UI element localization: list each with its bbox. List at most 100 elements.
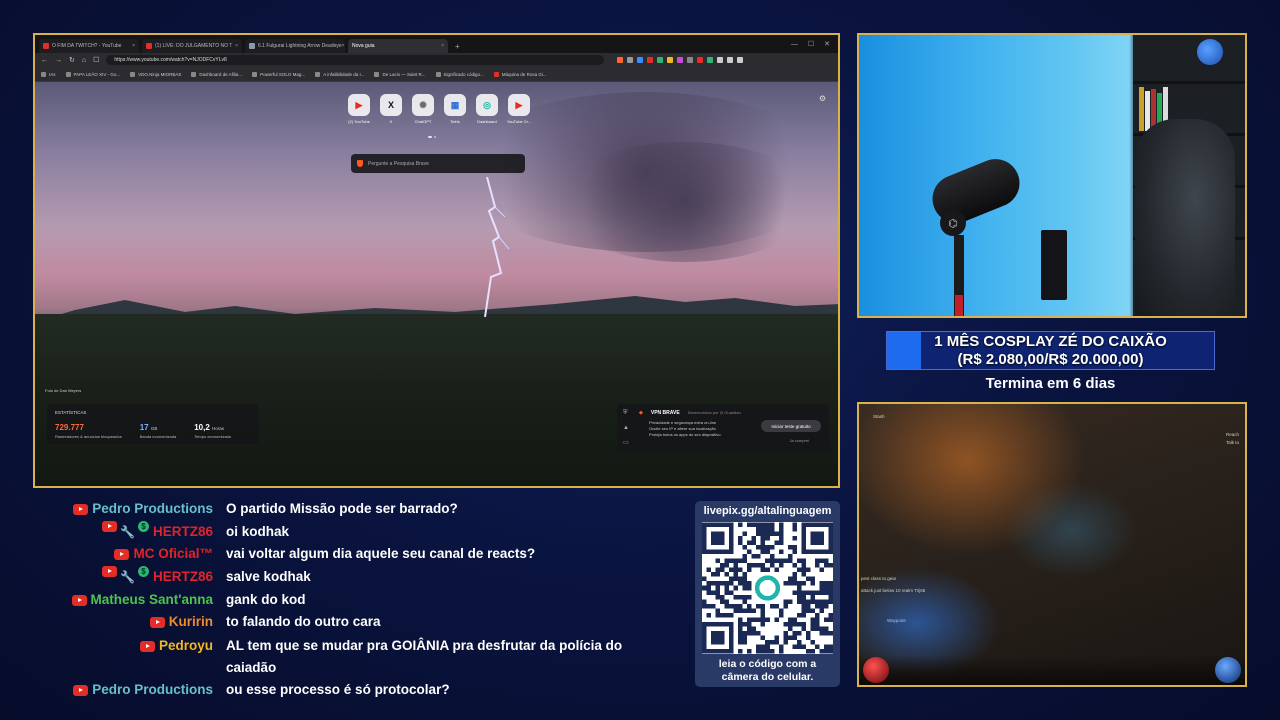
url-field[interactable]: https://www.youtube.com/watch?v=NJODFCvY… [106, 55, 605, 65]
bookmark-item[interactable]: Máquina de Rosa Gi... [493, 71, 547, 77]
qr-module [765, 617, 770, 622]
qr-module [733, 563, 739, 568]
youtube-icon: ▶ [348, 94, 370, 116]
qr-module [760, 635, 766, 640]
tab-0[interactable]: O FIM DA TWITCH? - YouTube × [39, 39, 139, 53]
chat-message-3-user: 🔧 $ HERTZ86 [102, 566, 219, 588]
bookmark-item[interactable]: VDO.Ninja MIORBAS [130, 71, 181, 77]
qr-module [814, 590, 820, 595]
qr-module [796, 585, 802, 591]
shortcut-page-dots[interactable] [428, 136, 436, 138]
qr-module [751, 522, 757, 528]
extension-icon[interactable] [667, 57, 674, 63]
back-icon[interactable]: ← [41, 57, 48, 64]
qr-module [778, 563, 784, 568]
sidebar-icon[interactable] [727, 57, 734, 63]
qr-module [706, 612, 712, 618]
extension-icon[interactable] [647, 57, 654, 63]
qr-module [742, 635, 748, 640]
brave-shield-icon[interactable] [617, 57, 624, 63]
home-icon[interactable]: ⌂ [82, 57, 86, 64]
youtube-icon [139, 640, 155, 652]
qr-module [742, 572, 748, 577]
game-label: Stash [873, 414, 885, 419]
minimize-icon[interactable]: — [791, 41, 798, 48]
chat-message-6-text: AL tem que se mudar pra GOIÂNIA pra desf… [226, 638, 623, 653]
youtube-icon [73, 503, 89, 515]
qr-module [724, 572, 730, 577]
menu-icon[interactable] [737, 57, 744, 63]
close-icon[interactable]: × [441, 43, 444, 49]
stats-widget: ESTATÍSTICAS 729.777 Rastreadores & anún… [47, 404, 259, 444]
extension-icon[interactable] [687, 57, 694, 63]
shortcut-x[interactable]: XX [379, 94, 403, 124]
search-input[interactable]: Pergunte a Pesquisa Brave [368, 161, 429, 167]
bookmark-icon[interactable]: ☐ [93, 56, 99, 64]
qr-module [711, 630, 725, 645]
bookmark-item[interactable]: Dashboard de Afilia... [191, 71, 242, 77]
shortcut-chatgpt[interactable]: ✺ ChatGPT [411, 94, 435, 124]
bookmark-item[interactable]: Significado código... [435, 71, 484, 77]
shield-icon[interactable]: ⛨ [623, 410, 629, 417]
extension-icon[interactable] [657, 57, 664, 63]
bookmark-item[interactable]: De Lacis — Saint R... [374, 71, 426, 77]
qr-module [742, 630, 748, 636]
new-tab-button[interactable]: + [451, 39, 464, 53]
qr-module [733, 576, 739, 582]
folder-icon [41, 71, 46, 77]
tab-2[interactable]: 6.1 Fulgurai Lightning Arrow Deadeye × [245, 39, 345, 53]
qr-module [810, 621, 815, 627]
chat-message-4-user: Matheus Sant'anna [71, 589, 219, 611]
shortcut-dashboard[interactable]: ◎ Dashboard [475, 94, 499, 124]
qr-module [720, 594, 725, 600]
extension-icon[interactable] [717, 57, 724, 63]
bookmark-item[interactable]: A infalibilidade da I... [315, 71, 364, 77]
qr-module [792, 536, 797, 541]
card-icon[interactable]: ▭ [623, 439, 629, 446]
shortcut-tetris[interactable]: ▦ Tetris [443, 94, 467, 124]
close-icon[interactable]: × [342, 43, 345, 49]
extension-icon[interactable] [677, 57, 684, 63]
qr-module [774, 531, 779, 537]
qr-module [787, 558, 793, 564]
close-icon[interactable]: × [132, 43, 135, 49]
qr-module [756, 617, 761, 622]
extension-icon[interactable] [637, 57, 644, 63]
close-window-icon[interactable]: ✕ [824, 40, 830, 48]
gear-icon[interactable]: ⚙ [819, 94, 826, 103]
extension-icon[interactable] [627, 57, 634, 63]
qr-module [724, 581, 730, 586]
already-bought-link[interactable]: Já comprei [789, 438, 809, 443]
warning-icon[interactable]: ▲ [623, 425, 629, 431]
qr-module [742, 545, 748, 550]
qr-module [742, 558, 748, 564]
close-icon[interactable]: × [235, 43, 238, 49]
forward-icon[interactable]: → [55, 57, 62, 64]
qr-module [760, 545, 766, 550]
reload-icon[interactable]: ↻ [69, 56, 75, 64]
tab-3[interactable]: Nova guia × [348, 39, 448, 53]
extension-icon[interactable] [697, 57, 704, 63]
bookmark-item[interactable]: PAPA LEÃO XIV - Go... [65, 71, 120, 77]
qr-module [810, 626, 815, 631]
qr-module [747, 522, 752, 528]
maximize-icon[interactable]: ☐ [808, 40, 814, 48]
shortcut-youtube-creator[interactable]: ▶ YouTube Cr... [507, 94, 531, 124]
photo-credit[interactable]: Foto de Dan Meyers [45, 388, 81, 393]
qr-module [778, 558, 784, 564]
qr-module [796, 644, 802, 649]
chat-message-5-text: to falando do outro cara [226, 614, 381, 629]
qr-module [810, 599, 815, 604]
start-trial-button[interactable]: Iniciar teste gratuito [761, 420, 821, 432]
search-box[interactable]: Pergunte a Pesquisa Brave [351, 154, 525, 173]
bookmark-item[interactable]: Powerful SOLO Mag... [252, 71, 305, 77]
bookmark-item[interactable]: IAs [41, 71, 56, 77]
tab-1[interactable]: (1) LIVE: DO JULGAMENTO NO T × [142, 39, 242, 53]
qr-module [783, 621, 788, 627]
extension-icon[interactable] [707, 57, 714, 63]
shortcut-youtube[interactable]: ▶ (2) YouTube [347, 94, 371, 124]
qr-module [796, 581, 802, 586]
chat-message-0-user: Pedro Productions [73, 498, 219, 520]
speaker [1041, 230, 1067, 300]
qr-module [760, 648, 766, 654]
